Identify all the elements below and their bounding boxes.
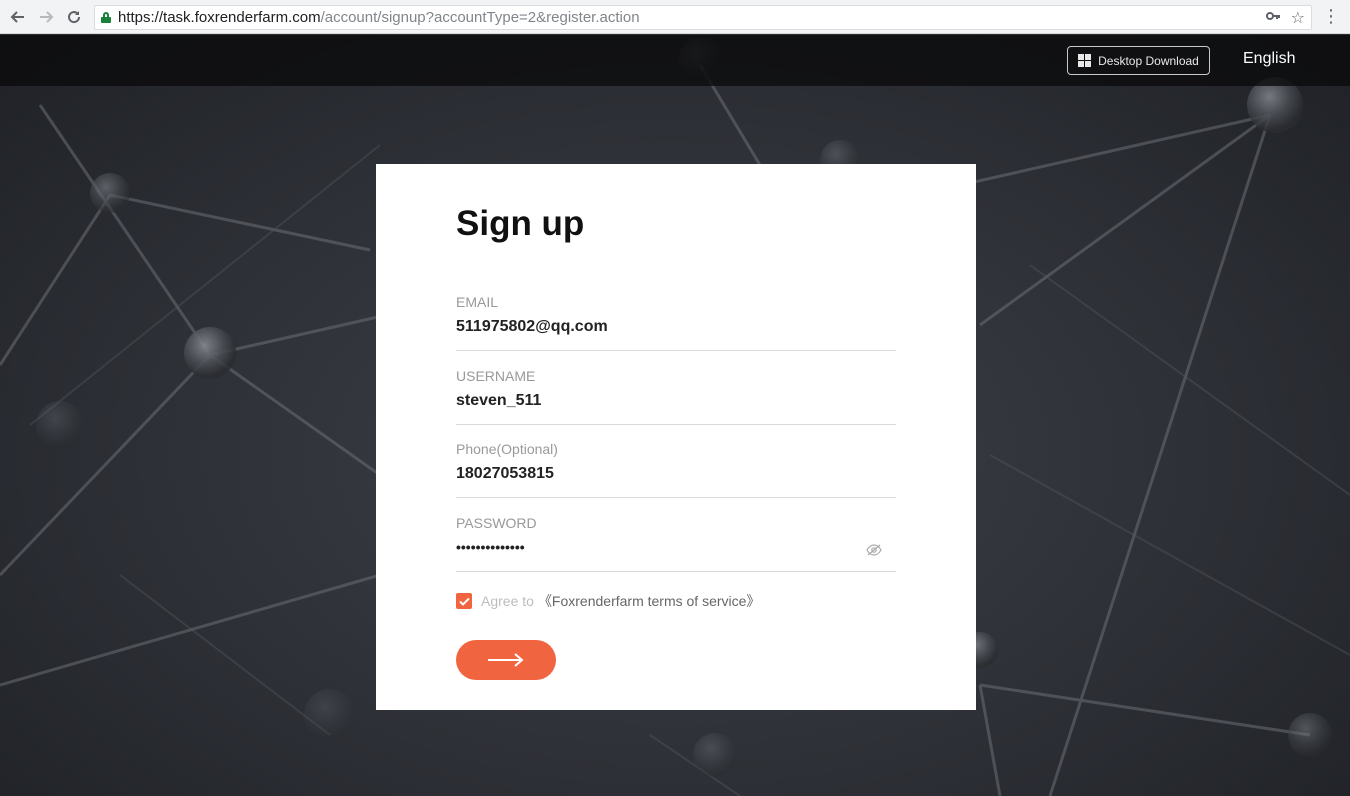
terms-of-service-link[interactable]: 《Foxrenderfarm terms of service》 bbox=[538, 591, 761, 611]
bookmark-star-icon[interactable]: ☆ bbox=[1291, 8, 1305, 29]
email-input[interactable]: 511975802@qq.com bbox=[456, 318, 856, 336]
reload-icon[interactable] bbox=[60, 3, 88, 31]
password-input[interactable]: •••••••••••••• bbox=[456, 539, 856, 555]
username-field: USERNAME steven_511 bbox=[456, 368, 896, 425]
browser-menu-icon[interactable]: ⋮ bbox=[1322, 6, 1340, 26]
signup-submit-button[interactable] bbox=[456, 640, 556, 680]
phone-input[interactable]: 18027053815 bbox=[456, 465, 856, 483]
page-title: Sign up bbox=[456, 204, 585, 243]
email-field: EMAIL 511975802@qq.com bbox=[456, 294, 896, 351]
back-icon[interactable] bbox=[4, 3, 32, 31]
signup-page: Desktop Download English Sign up EMAIL 5… bbox=[0, 35, 1350, 796]
url-host: https://task.foxrenderfarm.com bbox=[118, 9, 321, 26]
browser-toolbar: https://task.foxrenderfarm.com/account/s… bbox=[0, 0, 1350, 34]
password-label: PASSWORD bbox=[456, 515, 537, 531]
signup-card: Sign up EMAIL 511975802@qq.com USERNAME … bbox=[376, 164, 976, 710]
desktop-download-label: Desktop Download bbox=[1098, 53, 1199, 68]
username-label: USERNAME bbox=[456, 368, 536, 384]
desktop-download-button[interactable]: Desktop Download bbox=[1067, 46, 1210, 75]
forward-icon[interactable] bbox=[32, 3, 60, 31]
phone-label: Phone(Optional) bbox=[456, 441, 558, 457]
password-field: PASSWORD •••••••••••••• bbox=[456, 515, 896, 572]
agree-checkbox[interactable] bbox=[456, 593, 472, 609]
language-selector[interactable]: English bbox=[1243, 50, 1295, 68]
key-icon[interactable] bbox=[1265, 8, 1281, 29]
email-label: EMAIL bbox=[456, 294, 499, 310]
lock-icon bbox=[101, 12, 111, 23]
address-bar[interactable]: https://task.foxrenderfarm.com/account/s… bbox=[94, 5, 1312, 30]
url-path: /account/signup?accountType=2&register.a… bbox=[320, 9, 640, 26]
terms-agreement: Agree to 《Foxrenderfarm terms of service… bbox=[456, 591, 760, 611]
windows-icon bbox=[1078, 54, 1092, 67]
arrow-right-icon bbox=[488, 653, 524, 667]
top-navigation-bar: Desktop Download English bbox=[0, 35, 1350, 86]
username-input[interactable]: steven_511 bbox=[456, 392, 856, 410]
eye-slash-icon[interactable] bbox=[866, 543, 882, 561]
agree-label: Agree to bbox=[481, 593, 534, 609]
phone-field: Phone(Optional) 18027053815 bbox=[456, 441, 896, 498]
